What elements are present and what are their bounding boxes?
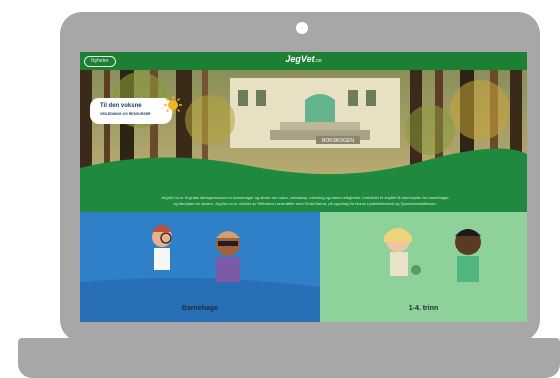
forest-school-illustration: BOKSKOGEN [80,70,527,212]
callout-title: Til den voksne [100,103,142,109]
panel-barnehage[interactable]: Barnehage [80,212,320,322]
sun-icon [164,96,182,114]
laptop-base [18,338,560,378]
brand-name: JegVet [285,54,315,64]
callout-subtitle: VEILEDNING OG RESSURSER [100,112,151,116]
brand-suffix: .no [314,58,322,64]
adult-guidance-callout[interactable]: Til den voksne VEILEDNING OG RESSURSER [90,98,172,124]
panel-label-trinn: 1-4. trinn [408,305,439,312]
panel-label-barnehage: Barnehage [181,305,219,312]
signboard-text: BOKSKOGEN [322,138,354,144]
panel-trinn[interactable]: 1-4. trinn [320,212,527,322]
screen: Nyheter JegVet.no BOKSKOGEN Til den voks… [80,52,527,322]
brand-logo[interactable]: JegVet.no [80,54,527,64]
intro-text: JegVet.no er et gratis læringsressurs fo… [161,195,449,206]
hero-illustration: BOKSKOGEN Til den voksne VEILEDNING OG R… [80,70,527,212]
top-bar: Nyheter JegVet.no [80,52,527,70]
webcam-icon [296,22,308,34]
